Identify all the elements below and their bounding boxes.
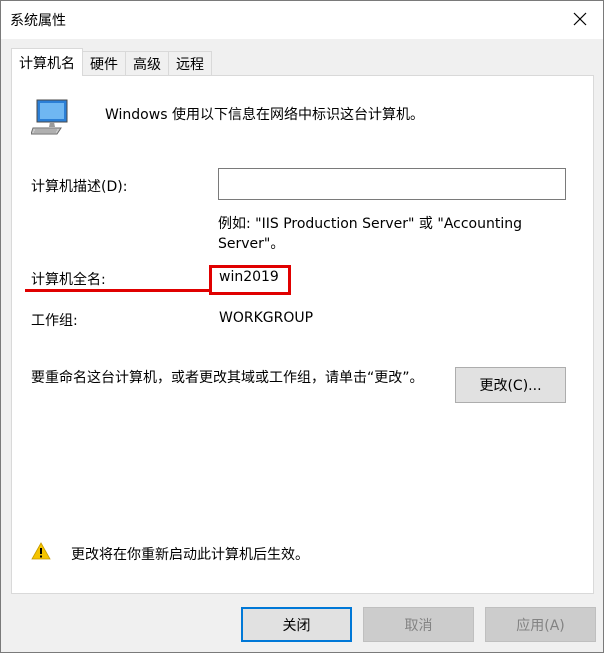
title-bar: 系统属性 bbox=[1, 1, 603, 39]
tab-panel bbox=[11, 75, 594, 594]
close-button[interactable]: 关闭 bbox=[241, 607, 352, 642]
close-icon bbox=[573, 12, 587, 26]
highlight-underline bbox=[25, 289, 211, 292]
description-example: 例如: "IIS Production Server" 或 "Accountin… bbox=[218, 216, 523, 252]
cancel-button[interactable]: 取消 bbox=[363, 607, 474, 642]
tab-advanced[interactable]: 高级 bbox=[125, 51, 169, 76]
description-input[interactable] bbox=[218, 168, 566, 200]
tab-computer-name[interactable]: 计算机名 bbox=[11, 48, 83, 76]
tab-hardware[interactable]: 硬件 bbox=[82, 51, 126, 76]
intro-text: Windows 使用以下信息在网络中标识这台计算机。 bbox=[105, 107, 424, 123]
system-properties-window: 系统属性 计算机名 硬件 高级 远程 Windows 使用以下信息在网络中标识这… bbox=[0, 0, 604, 653]
tab-remote[interactable]: 远程 bbox=[168, 51, 212, 76]
workgroup-value: WORKGROUP bbox=[219, 310, 314, 326]
warning-text: 更改将在你重新启动此计算机后生效。 bbox=[71, 547, 309, 563]
window-title: 系统属性 bbox=[10, 13, 66, 29]
rename-instruction: 要重命名这台计算机，或者更改其域或工作组，请单击“更改”。 bbox=[31, 370, 424, 386]
tab-strip: 计算机名 硬件 高级 远程 bbox=[11, 48, 212, 76]
apply-button[interactable]: 应用(A) bbox=[485, 607, 596, 642]
change-button[interactable]: 更改(C)... bbox=[455, 367, 566, 403]
full-name-label: 计算机全名: bbox=[31, 272, 106, 288]
close-window-button[interactable] bbox=[557, 1, 603, 37]
warning-icon bbox=[31, 542, 51, 560]
full-name-value: win2019 bbox=[219, 269, 279, 285]
workgroup-label: 工作组: bbox=[31, 313, 78, 329]
computer-monitor-icon bbox=[31, 99, 68, 135]
description-label: 计算机描述(D): bbox=[31, 179, 128, 195]
